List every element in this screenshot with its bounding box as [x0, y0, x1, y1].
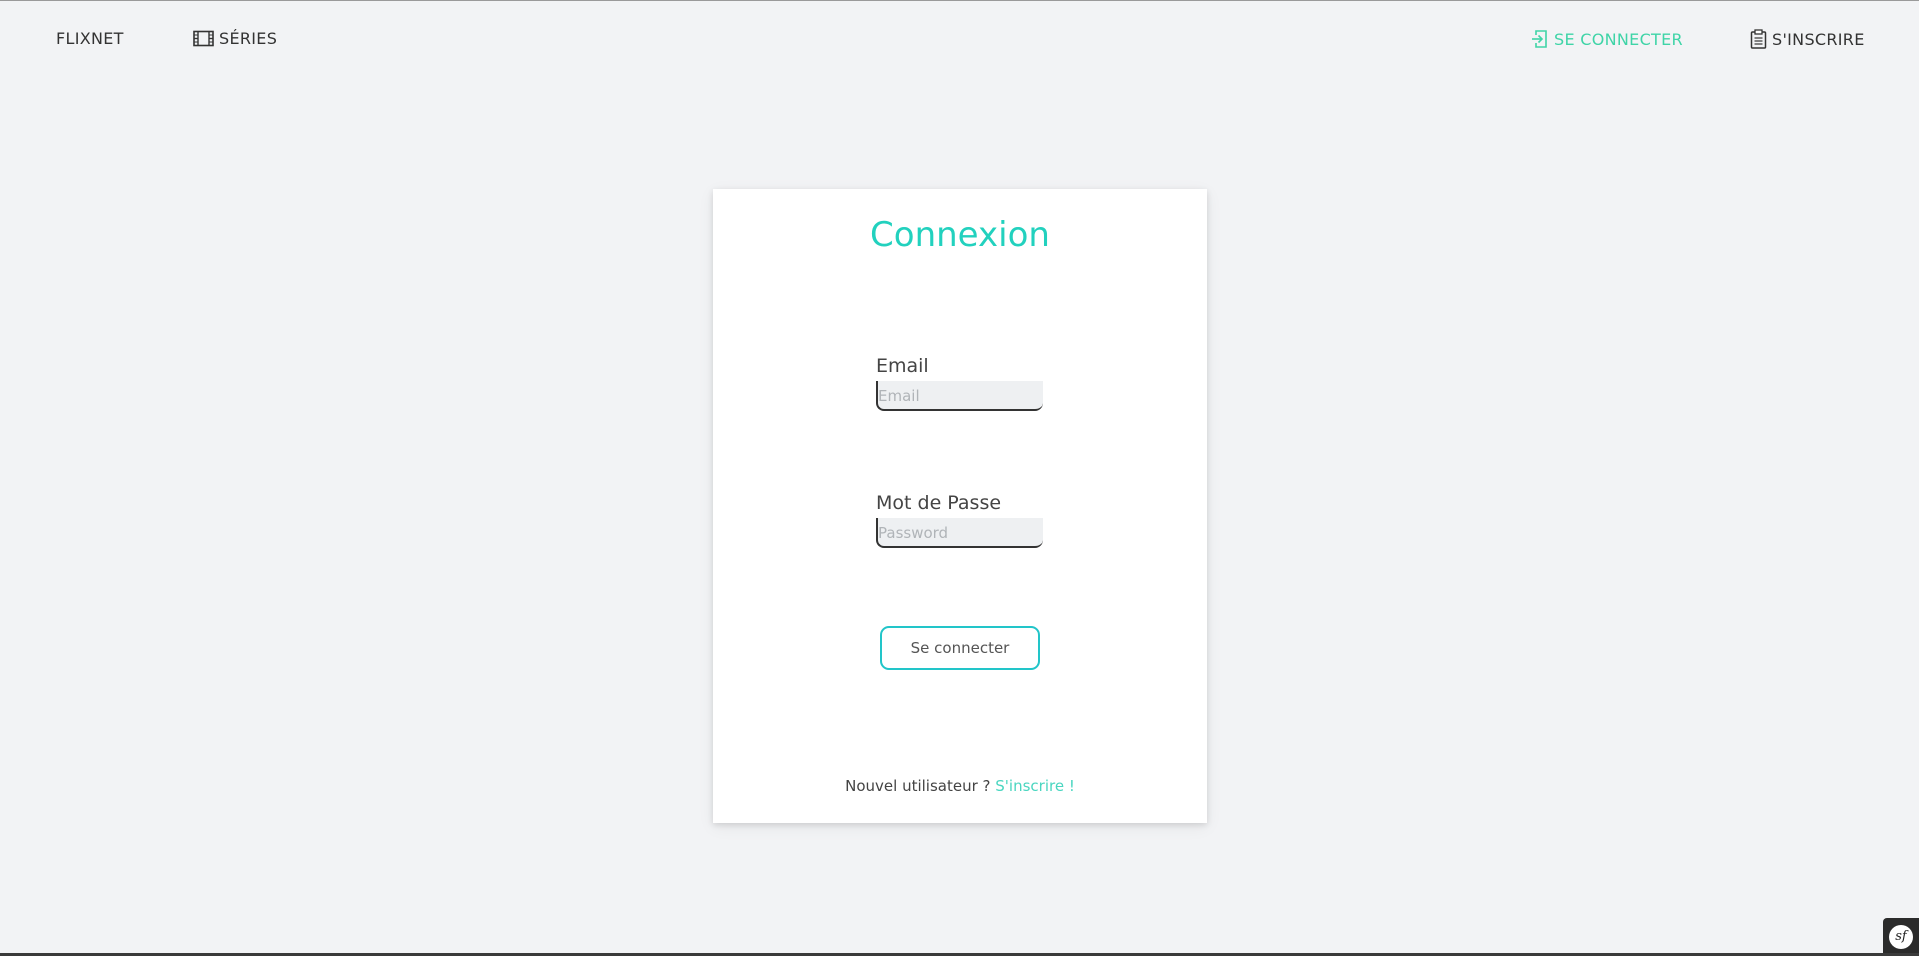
page-title: Connexion	[870, 215, 1050, 255]
clipboard-icon	[1750, 29, 1767, 49]
login-card: Connexion Email Mot de Passe Se connecte…	[713, 189, 1207, 823]
brand-link[interactable]: FLIXNET	[56, 29, 124, 48]
nav-item-series-label: SÉRIES	[219, 29, 278, 48]
nav-item-series[interactable]: SÉRIES	[193, 29, 277, 48]
brand-label: FLIXNET	[56, 29, 124, 48]
symfony-icon: sf	[1889, 925, 1913, 949]
register-prompt-text: Nouvel utilisateur ?	[845, 777, 996, 795]
nav-item-login[interactable]: SE CONNECTER	[1531, 29, 1683, 49]
password-field[interactable]	[876, 518, 1043, 548]
debug-toolbar-toggle[interactable]: sf	[1883, 918, 1919, 956]
nav-item-register-label: S'INSCRIRE	[1772, 29, 1865, 49]
login-button[interactable]: Se connecter	[880, 626, 1040, 670]
password-label: Mot de Passe	[876, 492, 1002, 514]
email-label: Email	[876, 355, 929, 377]
sign-in-icon	[1532, 30, 1547, 48]
top-navbar: FLIXNET SÉRIES SE CONNECTER S'INSCRIRE	[0, 0, 1919, 80]
register-prompt: Nouvel utilisateur ? S'inscrire !	[713, 777, 1207, 795]
nav-item-login-label: SE CONNECTER	[1554, 29, 1683, 49]
film-icon	[193, 30, 214, 47]
register-link[interactable]: S'inscrire !	[995, 777, 1075, 795]
nav-item-register[interactable]: S'INSCRIRE	[1750, 29, 1865, 49]
email-field[interactable]	[876, 381, 1043, 411]
